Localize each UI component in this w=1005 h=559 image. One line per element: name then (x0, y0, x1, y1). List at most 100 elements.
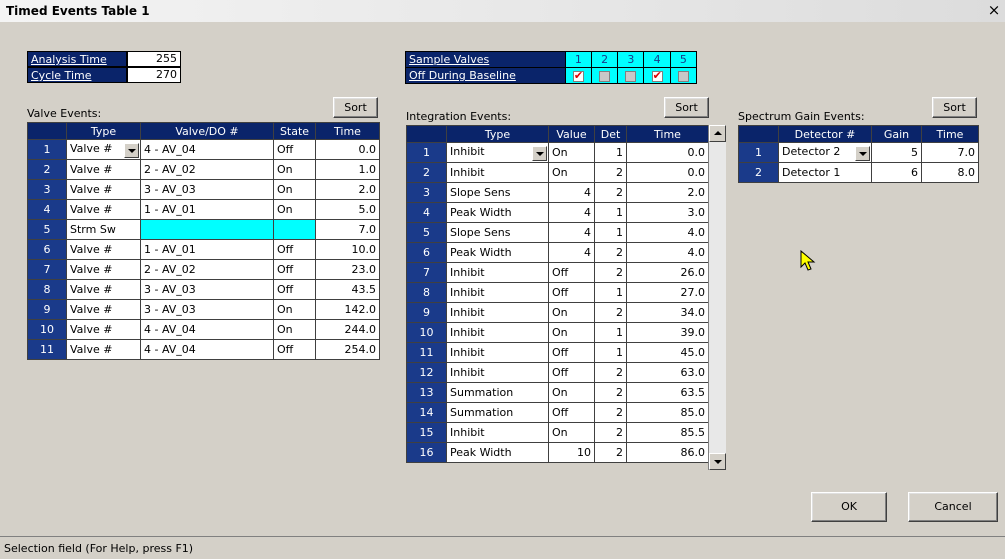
type-cell[interactable]: Inhibit (446, 422, 549, 443)
time-cell[interactable]: 0.0 (626, 142, 709, 163)
valve-cell[interactable] (140, 219, 274, 240)
det-cell[interactable]: 2 (594, 242, 627, 263)
table-row[interactable]: 7 Inhibit Off 2 26.0 (406, 262, 709, 283)
type-cell[interactable]: Inhibit (446, 362, 549, 383)
type-cell[interactable]: Valve # (66, 199, 141, 220)
table-row[interactable]: 6 Peak Width 4 2 4.0 (406, 242, 709, 263)
table-row[interactable]: 3 Slope Sens 4 2 2.0 (406, 182, 709, 203)
type-cell[interactable]: Valve # (66, 299, 141, 320)
table-row[interactable]: 1 Detector 2 5 7.0 (738, 142, 979, 163)
time-cell[interactable]: 85.0 (626, 402, 709, 423)
type-cell[interactable]: Valve # (66, 259, 141, 280)
column-header[interactable]: Time (626, 125, 709, 143)
checkbox-unchecked-icon[interactable] (625, 70, 637, 82)
table-row[interactable]: 9 Valve # 3 - AV_03 On 142.0 (27, 299, 380, 320)
type-cell[interactable]: Valve # (66, 239, 141, 260)
det-cell[interactable]: 2 (594, 402, 627, 423)
checkbox-unchecked-icon[interactable] (677, 70, 689, 82)
scroll-down-icon[interactable] (709, 453, 726, 470)
det-cell[interactable]: 2 (594, 362, 627, 383)
type-cell[interactable]: Summation (446, 382, 549, 403)
column-header[interactable]: Time (921, 125, 979, 143)
state-cell[interactable]: On (273, 179, 316, 200)
det-cell[interactable]: 1 (594, 222, 627, 243)
type-cell[interactable]: Peak Width (446, 242, 549, 263)
table-row[interactable]: 16 Peak Width 10 2 86.0 (406, 442, 709, 463)
analysis-time-field[interactable]: 255 (127, 51, 181, 67)
time-cell[interactable]: 34.0 (626, 302, 709, 323)
det-cell[interactable]: 1 (594, 342, 627, 363)
type-cell[interactable]: Inhibit (446, 302, 549, 323)
type-cell[interactable]: Valve # (66, 139, 141, 160)
time-cell[interactable]: 10.0 (315, 239, 380, 260)
time-cell[interactable]: 8.0 (921, 162, 979, 183)
time-cell[interactable]: 5.0 (315, 199, 380, 220)
state-cell[interactable]: On (273, 319, 316, 340)
value-cell[interactable]: Off (548, 282, 595, 303)
valve-cell[interactable]: 1 - AV_01 (140, 239, 274, 260)
table-row[interactable]: 2 Detector 1 6 8.0 (738, 162, 979, 183)
value-cell[interactable]: On (548, 422, 595, 443)
type-cell[interactable]: Slope Sens (446, 182, 549, 203)
table-row[interactable]: 6 Valve # 1 - AV_01 Off 10.0 (27, 239, 380, 260)
state-cell[interactable]: On (273, 299, 316, 320)
time-cell[interactable]: 4.0 (626, 222, 709, 243)
table-row[interactable]: 2 Valve # 2 - AV_02 On 1.0 (27, 159, 380, 180)
table-row[interactable]: 4 Peak Width 4 1 3.0 (406, 202, 709, 223)
time-cell[interactable]: 39.0 (626, 322, 709, 343)
column-header[interactable]: Detector # (778, 125, 872, 143)
time-cell[interactable]: 63.5 (626, 382, 709, 403)
type-cell[interactable]: Inhibit (446, 262, 549, 283)
time-cell[interactable]: 244.0 (315, 319, 380, 340)
table-row[interactable]: 10 Inhibit On 1 39.0 (406, 322, 709, 343)
table-row[interactable]: 12 Inhibit Off 2 63.0 (406, 362, 709, 383)
time-cell[interactable]: 142.0 (315, 299, 380, 320)
time-cell[interactable]: 43.5 (315, 279, 380, 300)
time-cell[interactable]: 2.0 (315, 179, 380, 200)
valve-cell[interactable]: 2 - AV_02 (140, 159, 274, 180)
det-cell[interactable]: 2 (594, 262, 627, 283)
time-cell[interactable]: 85.5 (626, 422, 709, 443)
state-cell[interactable]: Off (273, 139, 316, 160)
table-row[interactable]: 13 Summation On 2 63.5 (406, 382, 709, 403)
det-cell[interactable]: 1 (594, 282, 627, 303)
detector-cell[interactable]: Detector 2 (778, 142, 872, 163)
time-cell[interactable]: 2.0 (626, 182, 709, 203)
type-cell[interactable]: Inhibit (446, 142, 549, 163)
det-cell[interactable]: 2 (594, 442, 627, 463)
state-cell[interactable]: Off (273, 239, 316, 260)
det-cell[interactable]: 2 (594, 182, 627, 203)
time-cell[interactable]: 7.0 (315, 219, 380, 240)
table-row[interactable]: 9 Inhibit On 2 34.0 (406, 302, 709, 323)
state-cell[interactable]: On (273, 159, 316, 180)
table-row[interactable]: 4 Valve # 1 - AV_01 On 5.0 (27, 199, 380, 220)
table-row[interactable]: 5 Slope Sens 4 1 4.0 (406, 222, 709, 243)
integration-sort-button[interactable]: Sort (664, 97, 709, 118)
valve-cell[interactable]: 3 - AV_03 (140, 299, 274, 320)
det-cell[interactable]: 1 (594, 202, 627, 223)
type-cell[interactable]: Inhibit (446, 162, 549, 183)
time-cell[interactable]: 0.0 (315, 139, 380, 160)
type-cell[interactable]: Valve # (66, 179, 141, 200)
value-cell[interactable]: 4 (548, 242, 595, 263)
value-cell[interactable]: On (548, 322, 595, 343)
value-cell[interactable]: Off (548, 262, 595, 283)
gain-cell[interactable]: 6 (871, 162, 922, 183)
value-cell[interactable]: On (548, 162, 595, 183)
type-cell[interactable]: Peak Width (446, 442, 549, 463)
integration-scrollbar[interactable] (708, 125, 726, 470)
time-cell[interactable]: 86.0 (626, 442, 709, 463)
type-cell[interactable]: Valve # (66, 159, 141, 180)
table-row[interactable]: 7 Valve # 2 - AV_02 Off 23.0 (27, 259, 380, 280)
time-cell[interactable]: 45.0 (626, 342, 709, 363)
type-cell[interactable]: Inhibit (446, 342, 549, 363)
scroll-up-icon[interactable] (709, 125, 726, 142)
column-header[interactable]: Type (446, 125, 549, 143)
type-cell[interactable]: Valve # (66, 279, 141, 300)
det-cell[interactable]: 2 (594, 422, 627, 443)
column-header[interactable]: State (273, 122, 316, 140)
state-cell[interactable]: On (273, 199, 316, 220)
table-row[interactable]: 11 Valve # 4 - AV_04 Off 254.0 (27, 339, 380, 360)
value-cell[interactable]: 4 (548, 222, 595, 243)
det-cell[interactable]: 2 (594, 302, 627, 323)
